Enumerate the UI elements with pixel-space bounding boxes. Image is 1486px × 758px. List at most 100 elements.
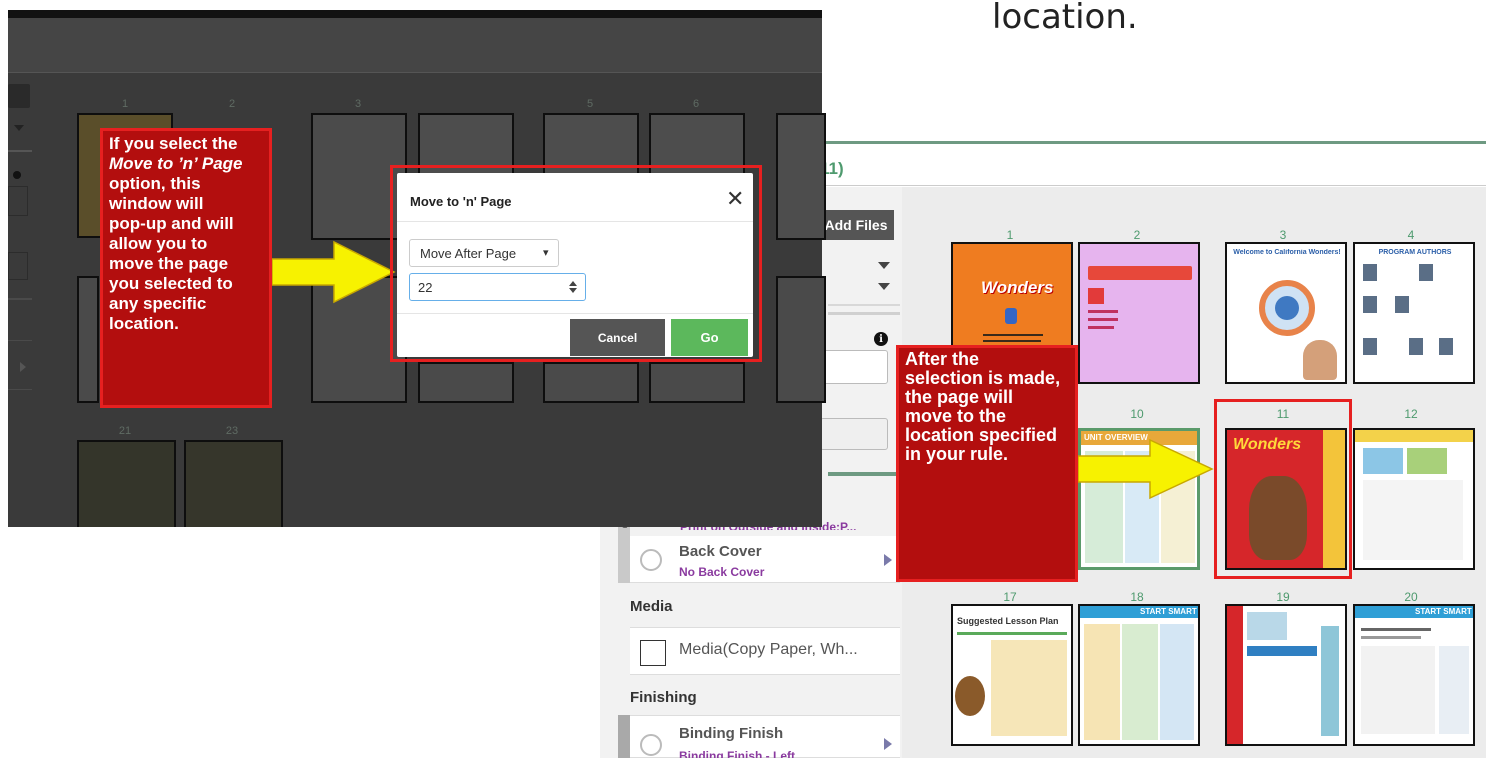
move-position-select[interactable]: Move After Page ▾ bbox=[409, 239, 559, 267]
thumb-title: Welcome to California Wonders! bbox=[1233, 249, 1341, 256]
title-strip bbox=[1088, 266, 1192, 280]
callout-line: any specific bbox=[109, 294, 207, 313]
finishing-heading: Finishing bbox=[630, 689, 697, 706]
page-number: 12 bbox=[1404, 407, 1418, 421]
callout-line: move the page bbox=[109, 254, 229, 273]
media-option-label: Media(Copy Paper, Wh... bbox=[679, 641, 858, 658]
sidebar-divider bbox=[8, 298, 32, 300]
table-column bbox=[1160, 624, 1194, 740]
sidebar-input[interactable] bbox=[820, 418, 888, 450]
page-thumbnail[interactable] bbox=[418, 362, 514, 403]
cancel-button[interactable]: Cancel bbox=[570, 319, 665, 356]
sidebar-input[interactable] bbox=[8, 252, 28, 280]
expand-arrow-icon[interactable] bbox=[20, 362, 26, 372]
page-thumbnail[interactable]: Welcome to California Wonders! bbox=[1225, 242, 1347, 384]
media-row[interactable]: Media(Copy Paper, Wh... bbox=[630, 627, 900, 675]
page-number: 1 bbox=[1006, 228, 1014, 242]
media-heading: Media bbox=[630, 598, 673, 615]
page-number: 4 bbox=[1407, 228, 1415, 242]
info-icon[interactable] bbox=[13, 171, 21, 179]
wheel-hub bbox=[1275, 296, 1299, 320]
chevron-down-icon[interactable] bbox=[878, 262, 890, 269]
page-number-input[interactable]: 22 bbox=[409, 273, 586, 301]
text-line bbox=[983, 334, 1043, 336]
info-icon[interactable]: i bbox=[874, 332, 888, 346]
photo-block bbox=[1247, 612, 1287, 640]
back-cover-radio[interactable] bbox=[640, 549, 662, 571]
result-callout: After the selection is made, the page wi… bbox=[896, 345, 1078, 582]
author-photo bbox=[1395, 296, 1409, 313]
author-photo bbox=[1439, 338, 1453, 355]
thumb-title: PROGRAM AUTHORS bbox=[1378, 249, 1452, 256]
expand-arrow-icon[interactable] bbox=[884, 738, 892, 750]
page-thumbnail[interactable]: PROGRAM AUTHORS bbox=[1353, 242, 1475, 384]
page-thumbnail[interactable] bbox=[1078, 242, 1200, 384]
text-block bbox=[1363, 480, 1463, 560]
instruction-callout: If you select the Move to ’n’ Page optio… bbox=[100, 128, 272, 408]
yellow-arrow-icon bbox=[272, 240, 396, 304]
go-button[interactable]: Go bbox=[671, 319, 748, 356]
wonders-logo: Wonders bbox=[981, 278, 1054, 297]
page-thumbnail[interactable] bbox=[776, 276, 826, 403]
header-band bbox=[8, 18, 822, 72]
page-thumbnail[interactable] bbox=[649, 362, 745, 403]
girl-photo bbox=[1303, 340, 1337, 380]
callout-line: in your rule. bbox=[905, 444, 1009, 464]
page-number: 19 bbox=[1276, 590, 1290, 604]
add-files-button[interactable]: Add Files bbox=[818, 210, 894, 240]
page-thumbnail[interactable]: START SMART bbox=[1353, 604, 1475, 746]
media-checkbox[interactable] bbox=[640, 640, 666, 666]
dialog-divider bbox=[397, 313, 753, 314]
page-number: 20 bbox=[1404, 590, 1418, 604]
spinner-icon[interactable] bbox=[568, 280, 578, 294]
binding-radio[interactable] bbox=[640, 734, 662, 756]
page-number: 2 bbox=[1133, 228, 1141, 242]
text-line bbox=[983, 340, 1041, 342]
moved-page-highlight bbox=[1214, 399, 1352, 579]
character-illustration bbox=[955, 676, 985, 716]
text-block bbox=[1361, 646, 1435, 734]
table-block bbox=[991, 640, 1067, 736]
thumb-title: START SMART bbox=[1140, 607, 1197, 616]
page-thumbnail[interactable] bbox=[77, 440, 176, 527]
page-thumbnail[interactable]: START SMART bbox=[1078, 604, 1200, 746]
book-icon bbox=[1005, 308, 1017, 324]
callout-line: move to the bbox=[905, 406, 1007, 426]
page-thumbnail[interactable] bbox=[543, 362, 639, 403]
author-photo bbox=[1419, 264, 1433, 281]
page-number: 23 bbox=[225, 425, 239, 437]
page-thumbnail[interactable] bbox=[77, 276, 99, 403]
close-icon[interactable]: ✕ bbox=[726, 188, 744, 210]
page-thumbnail[interactable] bbox=[776, 113, 826, 240]
callout-line: location. bbox=[109, 314, 179, 333]
binding-subtitle: Binding Finish - Left bbox=[679, 749, 795, 758]
author-photo bbox=[1363, 296, 1377, 313]
page-number: 10 bbox=[1130, 407, 1144, 421]
page-number: 1 bbox=[121, 98, 129, 110]
chevron-down-icon[interactable] bbox=[14, 125, 24, 131]
title-underline bbox=[957, 632, 1067, 635]
callout-line: you selected to bbox=[109, 274, 233, 293]
back-cover-row[interactable]: Back Cover No Back Cover bbox=[630, 536, 900, 583]
sidebar-input[interactable] bbox=[820, 350, 888, 384]
heading-strip bbox=[1247, 646, 1317, 656]
callout-line: If you select the bbox=[109, 134, 238, 153]
sidebar-button[interactable] bbox=[8, 84, 30, 108]
page-number: 2 bbox=[228, 98, 236, 110]
sidebar-divider bbox=[828, 304, 900, 306]
binding-finish-row[interactable]: Binding Finish Binding Finish - Left bbox=[630, 715, 900, 758]
author-photo bbox=[1409, 338, 1423, 355]
expand-arrow-icon[interactable] bbox=[884, 554, 892, 566]
page-thumbnail[interactable] bbox=[184, 440, 283, 527]
page-thumbnail[interactable]: Suggested Lesson Plan bbox=[951, 604, 1073, 746]
dialog-divider bbox=[397, 221, 753, 222]
page-thumbnail[interactable] bbox=[1225, 604, 1347, 746]
page-number: 3 bbox=[1279, 228, 1287, 242]
sidebar-input[interactable] bbox=[8, 186, 28, 216]
text-line bbox=[1088, 318, 1118, 321]
callout-line: allow you to bbox=[109, 234, 208, 253]
page-thumbnail[interactable] bbox=[1353, 428, 1475, 570]
chevron-down-icon[interactable] bbox=[878, 283, 890, 290]
photo-block bbox=[1363, 448, 1403, 474]
callout-line: After the bbox=[905, 349, 980, 369]
